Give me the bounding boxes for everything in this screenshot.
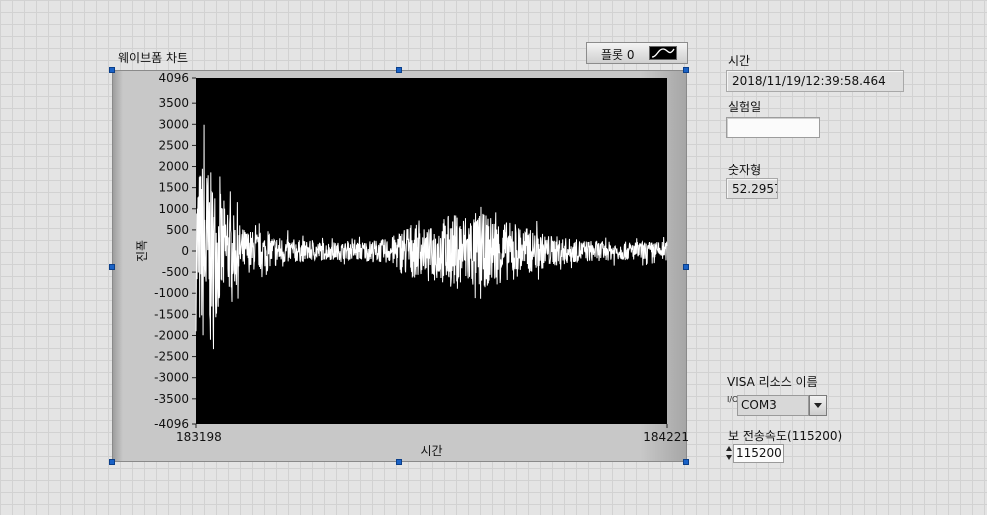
baud-rate-field[interactable]: 115200 xyxy=(733,444,784,463)
y-tick-label: 2000 xyxy=(158,160,189,174)
arrow-up-icon xyxy=(726,446,732,451)
numeric-label: 숫자형 xyxy=(728,163,762,177)
decrement-button[interactable] xyxy=(726,454,733,463)
resize-handle-bottom-right[interactable] xyxy=(683,459,689,465)
y-tick-label: 1000 xyxy=(158,202,189,216)
increment-button[interactable] xyxy=(726,444,733,453)
resize-handle-top[interactable] xyxy=(396,67,402,73)
y-tick-label: 2500 xyxy=(158,138,189,152)
y-tick-label: -500 xyxy=(162,265,189,279)
baud-rate-label: 보 전송속도(115200) xyxy=(728,429,843,443)
resize-handle-top-left[interactable] xyxy=(109,67,115,73)
x-axis-label: 시간 xyxy=(420,444,442,458)
time-label: 시간 xyxy=(728,54,751,68)
y-tick-label: 500 xyxy=(166,223,189,237)
y-tick-label: 3500 xyxy=(158,96,189,110)
io-icon: I/O xyxy=(727,395,739,404)
numeric-indicator: 52.2957 xyxy=(726,178,778,199)
waveform-chart[interactable]: 4096 3500 3000 2500 2000 1500 1000 500 0 -500 -100… xyxy=(112,70,688,462)
x-tick-label: 184221 xyxy=(643,430,688,444)
visa-resource-control[interactable]: I/O COM3 xyxy=(727,395,827,416)
waveform-plot: 4096 3500 3000 2500 2000 1500 1000 500 0 -500 -100… xyxy=(135,71,688,458)
resize-handle-bottom-left[interactable] xyxy=(109,459,115,465)
visa-dropdown-button[interactable] xyxy=(809,395,827,416)
visa-resource-field[interactable]: COM3 xyxy=(737,395,809,416)
baud-rate-control[interactable]: 115200 xyxy=(726,444,784,463)
resize-handle-right[interactable] xyxy=(683,264,689,270)
x-tick-label: 183198 xyxy=(176,430,222,444)
test-date-label: 실험일 xyxy=(728,100,762,114)
y-tick-label: 3000 xyxy=(158,117,189,131)
line-style-icon xyxy=(649,46,677,60)
resize-handle-left[interactable] xyxy=(109,264,115,270)
visa-resource-label: VISA 리소스 이름 xyxy=(727,375,818,389)
dropdown-arrow-icon xyxy=(814,403,822,408)
resize-handle-bottom[interactable] xyxy=(396,459,402,465)
plot-legend-label: 플롯 0 xyxy=(601,48,635,62)
y-tick-label: -1000 xyxy=(154,286,189,300)
y-tick-label: 4096 xyxy=(158,71,189,85)
time-indicator: 2018/11/19/12:39:58.464 xyxy=(726,70,904,92)
chart-title: 웨이브폼 차트 xyxy=(118,51,189,65)
y-tick-label: -3000 xyxy=(154,371,189,385)
y-tick-label: -3500 xyxy=(154,392,189,406)
resize-handle-top-right[interactable] xyxy=(683,67,689,73)
y-tick-label: -2500 xyxy=(154,350,189,364)
y-tick-label: -1500 xyxy=(154,307,189,321)
plot-legend[interactable]: 플롯 0 xyxy=(586,42,688,64)
test-date-field[interactable] xyxy=(726,117,820,138)
y-axis-label: 진폭 xyxy=(135,240,149,262)
y-tick-label: -2000 xyxy=(154,328,189,342)
y-tick-label: 1500 xyxy=(158,181,189,195)
y-tick-label: -4096 xyxy=(154,417,189,431)
arrow-down-icon xyxy=(726,455,732,460)
y-tick-label: 0 xyxy=(181,244,189,258)
